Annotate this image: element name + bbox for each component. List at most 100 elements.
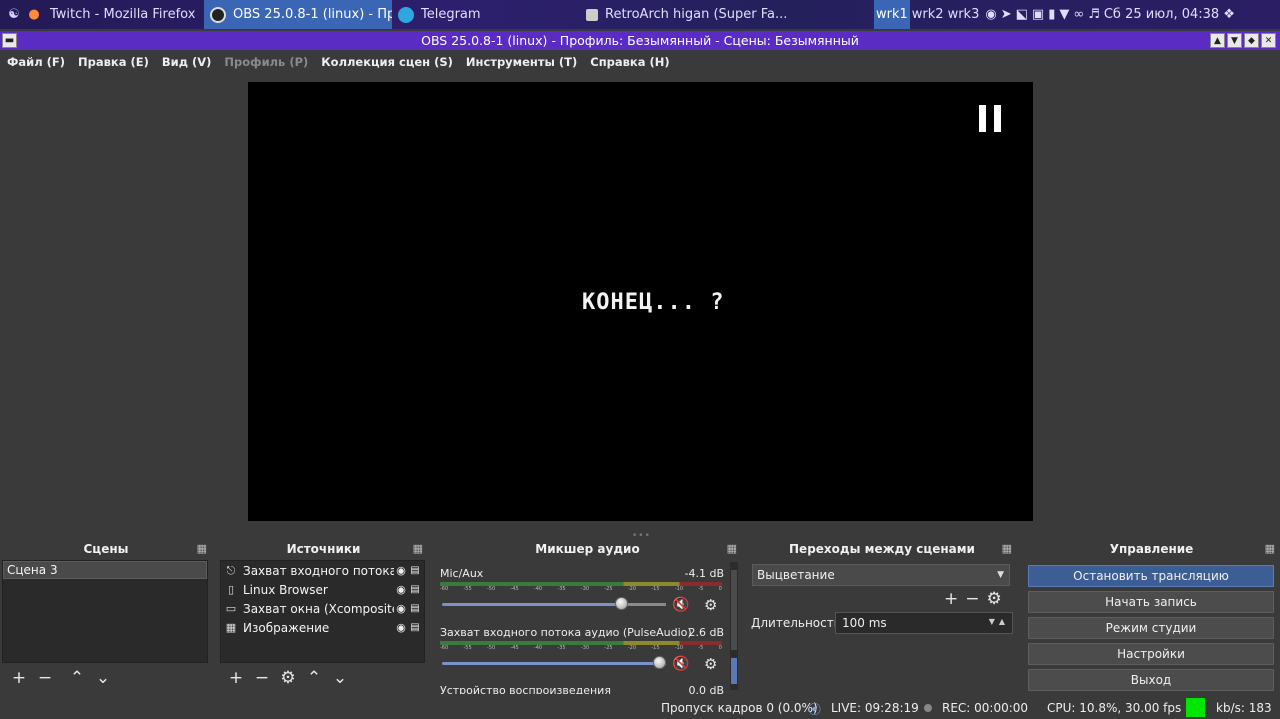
- minimize-button[interactable]: ▼: [1227, 33, 1242, 48]
- scene-item[interactable]: Сцена 3: [3, 561, 207, 579]
- dropped-frames: Пропуск кадров 0 (0.0%): [661, 701, 818, 715]
- wifi-icon[interactable]: ▼: [1059, 7, 1069, 22]
- menu-profile[interactable]: Профиль (P): [224, 55, 308, 69]
- remove-icon[interactable]: −: [36, 669, 54, 687]
- mute-icon[interactable]: 🔇: [672, 656, 689, 672]
- mute-icon[interactable]: 🔇: [672, 597, 689, 613]
- meter-tick-label: -20: [627, 645, 637, 651]
- undock-icon[interactable]: ▦: [727, 542, 737, 555]
- meter-tick-label: -10: [674, 645, 684, 651]
- undock-icon[interactable]: ▦: [413, 542, 423, 555]
- duration-value: 100 ms: [842, 616, 887, 630]
- transition-select[interactable]: Выцветание ▼: [752, 564, 1010, 586]
- volume-slider[interactable]: [442, 662, 666, 665]
- sources-list[interactable]: ⎋ Захват входного потока ау ◉ ▤ ▯ Linux …: [220, 560, 425, 663]
- lock-icon[interactable]: ▤: [408, 622, 422, 633]
- exit-button[interactable]: Выход: [1028, 669, 1274, 691]
- visibility-eye-icon[interactable]: ◉: [394, 564, 408, 577]
- remove-icon[interactable]: −: [965, 589, 979, 609]
- obs-tray-icon[interactable]: ◉: [985, 7, 996, 22]
- app-menu-icon[interactable]: ☯: [4, 5, 24, 25]
- task-telegram[interactable]: Telegram: [392, 0, 580, 29]
- task-retroarch[interactable]: RetroArch higan (Super Fa...: [580, 0, 874, 29]
- gear-icon[interactable]: ⚙: [279, 669, 297, 687]
- add-icon[interactable]: +: [227, 669, 245, 687]
- menu-tools[interactable]: Инструменты (T): [466, 55, 577, 69]
- remove-icon[interactable]: −: [253, 669, 271, 687]
- undock-icon[interactable]: ▦: [197, 542, 207, 555]
- volume-slider-handle[interactable]: [615, 597, 628, 610]
- preview-canvas[interactable]: КОНЕЦ... ?: [248, 82, 1033, 521]
- menu-view[interactable]: Вид (V): [162, 55, 212, 69]
- gear-icon[interactable]: ⚙: [987, 589, 1002, 609]
- shade-button[interactable]: ▲: [1210, 33, 1225, 48]
- lock-icon[interactable]: ▤: [408, 603, 422, 614]
- studio-mode-button[interactable]: Режим студии: [1028, 617, 1274, 639]
- lock-icon[interactable]: ▤: [408, 584, 422, 595]
- system-tray: ◉ ➤ ⬕ ▣ ▮ ▼ ∞ ♬ Сб 25 июл, 04:38 ❖: [985, 7, 1235, 22]
- menu-file[interactable]: Файл (F): [7, 55, 65, 69]
- meter-tick-label: -35: [557, 586, 566, 592]
- meter-tick-label: -40: [533, 645, 543, 651]
- menu-scene-collection[interactable]: Коллекция сцен (S): [321, 55, 453, 69]
- workspace-2[interactable]: wrk2: [910, 0, 946, 29]
- volume-slider-handle[interactable]: [653, 656, 666, 669]
- meter-tick-label: -5: [698, 586, 704, 592]
- move-up-icon[interactable]: ⌃: [68, 669, 86, 687]
- undock-icon[interactable]: ▦: [1265, 542, 1275, 555]
- visibility-eye-icon[interactable]: ◉: [394, 621, 408, 634]
- battery-icon[interactable]: ▮: [1048, 7, 1055, 22]
- clipboard-icon[interactable]: ▣: [1032, 7, 1044, 22]
- move-down-icon[interactable]: ⌄: [94, 669, 112, 687]
- volume-icon[interactable]: ♬: [1088, 7, 1100, 22]
- gear-icon[interactable]: ⚙: [704, 655, 717, 673]
- power-icon[interactable]: ❖: [1223, 7, 1235, 22]
- meter-tick-label: -60: [440, 586, 449, 592]
- source-item[interactable]: ▯ Linux Browser ◉ ▤: [221, 580, 424, 599]
- scenes-list[interactable]: Сцена 3: [2, 560, 208, 663]
- menu-edit[interactable]: Правка (E): [78, 55, 149, 69]
- gear-icon[interactable]: ⚙: [704, 596, 717, 614]
- move-down-icon[interactable]: ⌄: [331, 669, 349, 687]
- close-button[interactable]: ✕: [1261, 33, 1276, 48]
- volume-slider[interactable]: [442, 603, 666, 606]
- transitions-dock: Переходы между сценами ▦ Выцветание ▼ + …: [747, 538, 1017, 698]
- link-icon[interactable]: ∞: [1073, 7, 1084, 22]
- source-item[interactable]: ▭ Захват окна (Xcomposite) ◉ ▤: [221, 599, 424, 618]
- task-firefox[interactable]: Twitch - Mozilla Firefox: [44, 0, 204, 29]
- move-up-icon[interactable]: ⌃: [305, 669, 323, 687]
- menu-help[interactable]: Справка (H): [590, 55, 669, 69]
- window-title: OBS 25.0.8-1 (linux) - Профиль: Безымянн…: [421, 33, 859, 48]
- spin-arrows-icon[interactable]: ▼▲: [989, 617, 1009, 626]
- duration-spinbox[interactable]: 100 ms ▼▲: [835, 612, 1013, 634]
- telegram-tray-icon[interactable]: ➤: [1001, 7, 1012, 22]
- start-recording-button[interactable]: Начать запись: [1028, 591, 1274, 613]
- visibility-eye-icon[interactable]: ◉: [394, 602, 408, 615]
- source-item[interactable]: ▦ Изображение ◉ ▤: [221, 618, 424, 637]
- window-titlebar[interactable]: ▬ OBS 25.0.8-1 (linux) - Профиль: Безымя…: [0, 31, 1280, 50]
- bluetooth-icon[interactable]: ⬕: [1016, 7, 1028, 22]
- workspace-3[interactable]: wrk3: [946, 0, 982, 29]
- source-item[interactable]: ⎋ Захват входного потока ау ◉ ▤: [221, 561, 424, 580]
- meter-tick-label: -20: [627, 586, 637, 592]
- task-label: OBS 25.0.8-1 (linux) - Про...: [233, 7, 392, 22]
- visibility-eye-icon[interactable]: ◉: [394, 583, 408, 596]
- firefox-icon[interactable]: ●: [24, 5, 44, 25]
- retroarch-icon: [586, 8, 598, 21]
- undock-icon[interactable]: ▦: [1002, 542, 1012, 555]
- lock-icon[interactable]: ▤: [408, 565, 422, 576]
- add-icon[interactable]: +: [944, 589, 958, 609]
- settings-button[interactable]: Настройки: [1028, 643, 1274, 665]
- add-icon[interactable]: +: [10, 669, 28, 687]
- maximize-button[interactable]: ◆: [1244, 33, 1259, 48]
- task-obs[interactable]: OBS 25.0.8-1 (linux) - Про...: [204, 0, 392, 29]
- clock[interactable]: Сб 25 июл, 04:38: [1104, 7, 1219, 22]
- meter-tick-label: -60: [440, 645, 449, 651]
- window-menu-button[interactable]: ▬: [2, 33, 17, 48]
- channel-db: -4.1 dB: [684, 567, 725, 580]
- meter-tick-label: -40: [533, 586, 543, 592]
- workspace-1[interactable]: wrk1: [874, 0, 910, 29]
- stop-streaming-button[interactable]: Остановить трансляцию: [1028, 565, 1274, 587]
- meter-tick-label: -25: [604, 586, 613, 592]
- mixer-scrollbar[interactable]: [730, 562, 738, 690]
